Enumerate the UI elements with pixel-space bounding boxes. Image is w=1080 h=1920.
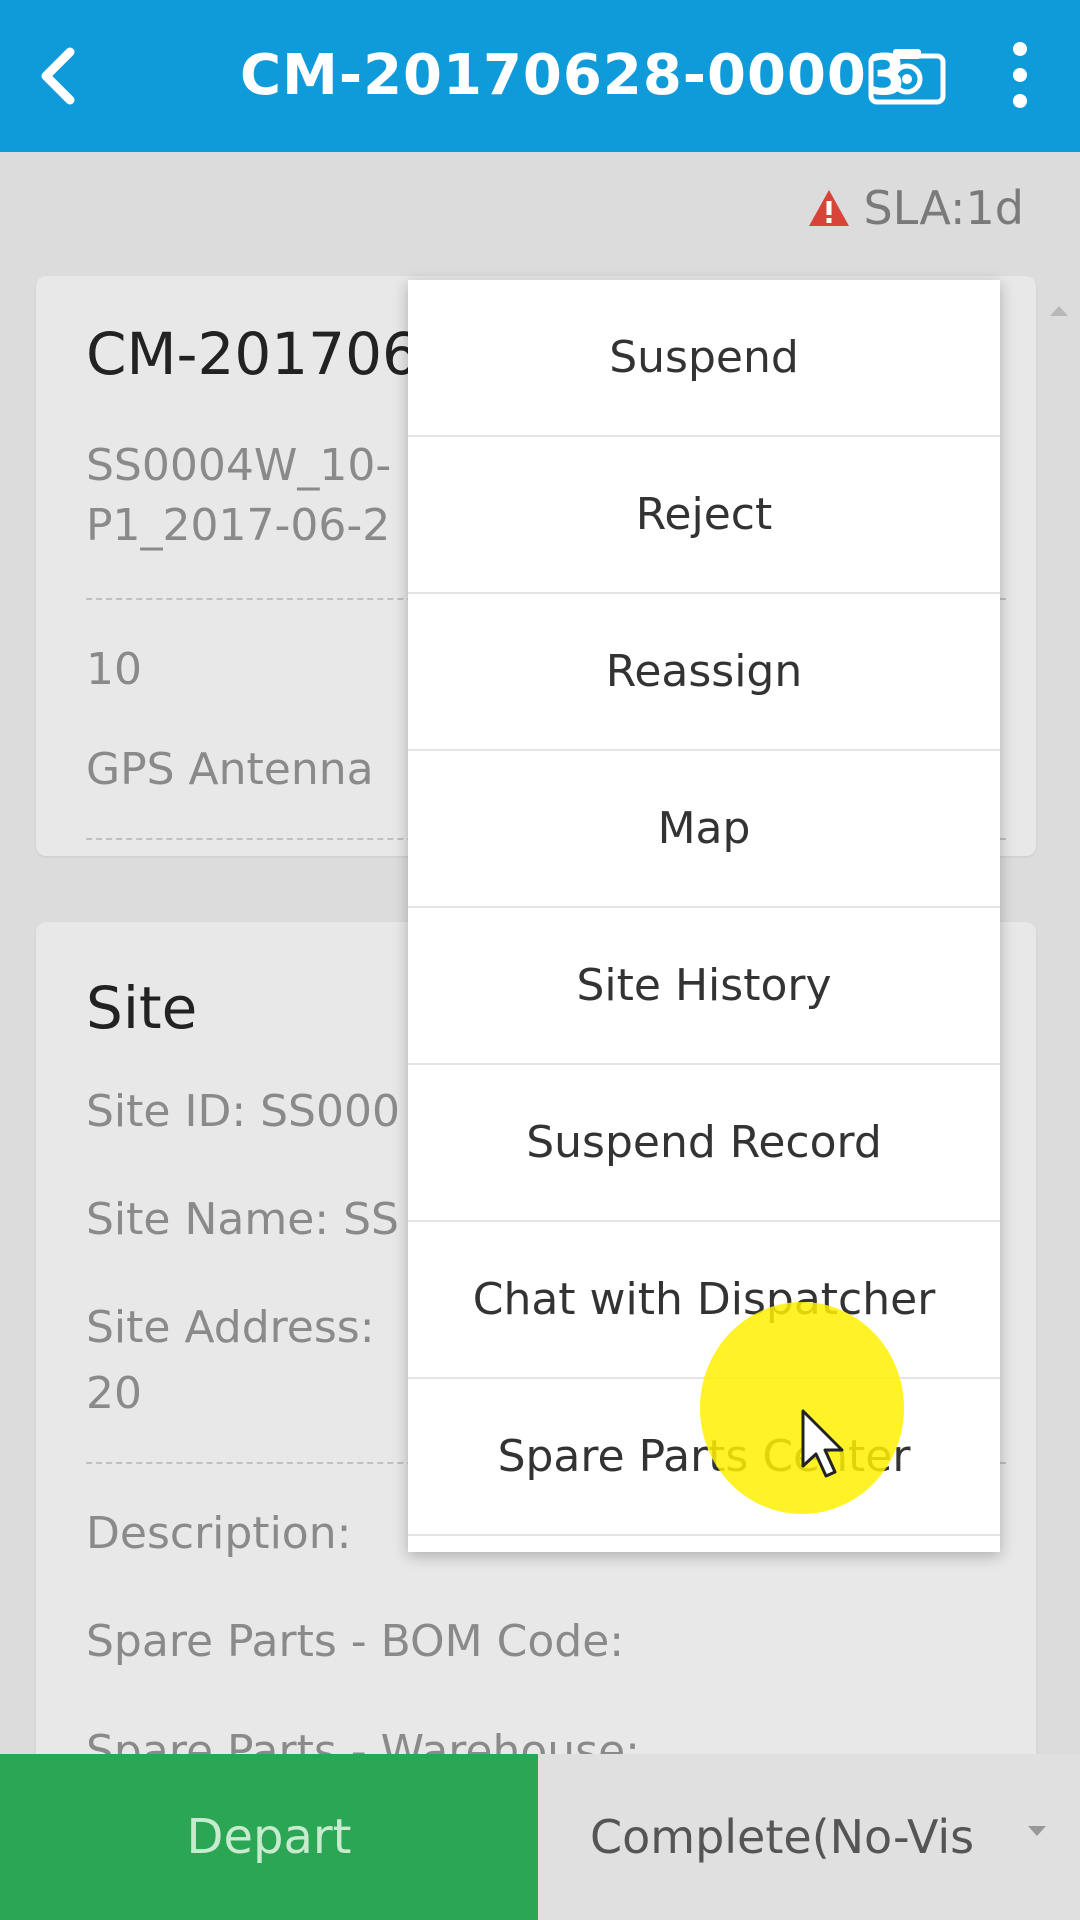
menu-item-reassign[interactable]: Reassign [408, 594, 1000, 751]
ticket-equipment: GPS Antenna [86, 744, 374, 795]
scrollbar[interactable] [1046, 296, 1068, 1756]
camera-icon [868, 49, 946, 105]
more-vertical-icon [1013, 42, 1027, 108]
mouse-pointer-icon [801, 1409, 844, 1478]
ticket-line-2: P1_2017-06-2 [86, 500, 391, 551]
chevron-left-icon [41, 47, 75, 105]
site-id: Site ID: SS000 [86, 1086, 400, 1137]
screen: CM-20170628-00003 SLA:1d CM-201706 SS000… [0, 0, 1080, 1920]
more-options-button[interactable] [990, 30, 1050, 120]
description-label: Description: [86, 1508, 352, 1559]
menu-item-chat-with-dispatcher[interactable]: Chat with Dispatcher [408, 1222, 1000, 1379]
complete-dropdown-label: Complete(No-Vis [590, 1810, 975, 1864]
back-button[interactable] [18, 36, 98, 116]
depart-button[interactable]: Depart [0, 1754, 538, 1920]
site-address: Site Address: [86, 1302, 375, 1353]
app-header: CM-20170628-00003 [0, 0, 1080, 152]
complete-dropdown[interactable]: Complete(No-Vis [538, 1754, 1080, 1920]
menu-item-suspend-record[interactable]: Suspend Record [408, 1065, 1000, 1222]
sla-indicator: SLA:1d [807, 178, 1024, 238]
site-name: Site Name: SS [86, 1194, 399, 1245]
camera-button[interactable] [862, 36, 952, 116]
chevron-down-icon [1028, 1826, 1046, 1836]
bottom-action-bar: Depart Complete(No-Vis [0, 1754, 1080, 1920]
options-menu: Suspend Reject Reassign Map Site History… [408, 280, 1000, 1552]
sla-label: SLA:1d [863, 181, 1024, 235]
site-title: Site [86, 974, 198, 1042]
ticket-count: 10 [86, 644, 142, 695]
page-title: CM-20170628-00003 [240, 43, 907, 108]
menu-item-map[interactable]: Map [408, 751, 1000, 908]
ticket-title: CM-201706 [86, 320, 419, 388]
menu-item-reject[interactable]: Reject [408, 437, 1000, 594]
bom-code-label: Spare Parts - BOM Code: [86, 1616, 625, 1667]
ticket-line-1: SS0004W_10- [86, 440, 392, 491]
scroll-up-arrow-icon[interactable] [1050, 306, 1068, 316]
menu-item-suspend[interactable]: Suspend [408, 280, 1000, 437]
warning-icon [809, 190, 850, 226]
site-address-cont: 20 [86, 1368, 142, 1419]
menu-item-site-history[interactable]: Site History [408, 908, 1000, 1065]
